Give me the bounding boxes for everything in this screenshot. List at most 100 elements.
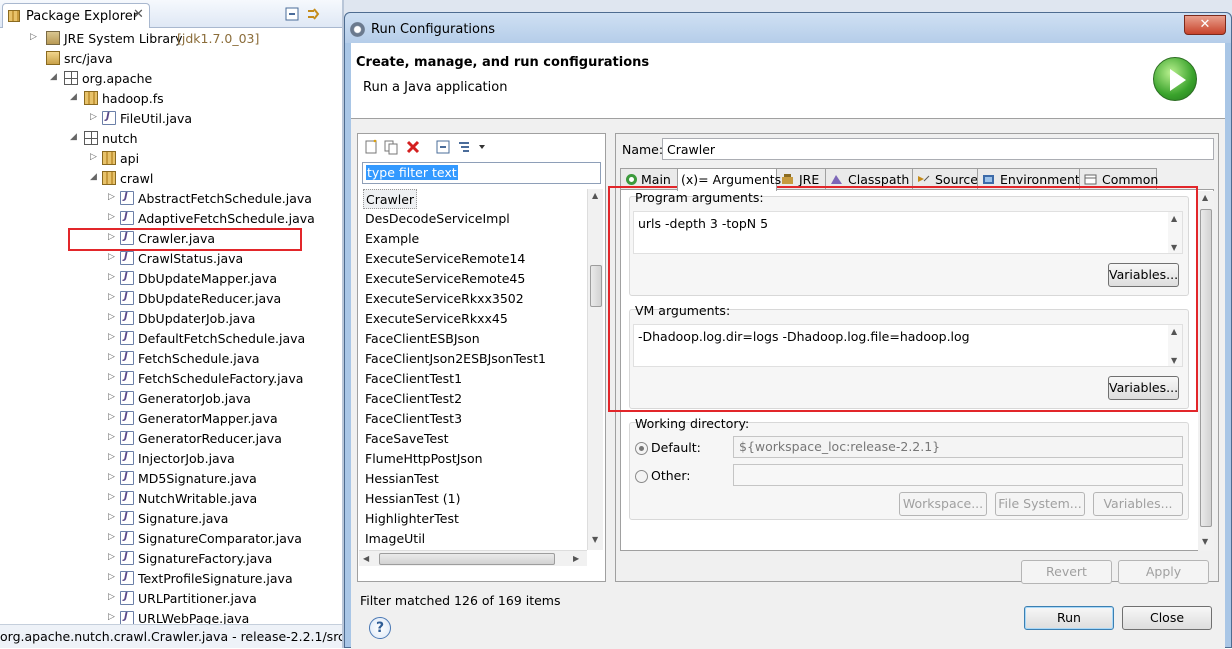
- tree-item[interactable]: ▷ GeneratorJob.java: [0, 388, 344, 408]
- help-icon[interactable]: ?: [369, 617, 391, 639]
- workspace-button[interactable]: Workspace...: [899, 492, 987, 516]
- tree-item[interactable]: ▷ GeneratorReducer.java: [0, 428, 344, 448]
- collapse-all-icon[interactable]: [435, 139, 451, 155]
- tree-item[interactable]: ▷ URLPartitioner.java: [0, 588, 344, 608]
- collapsed-twisty-icon[interactable]: ▷: [30, 32, 37, 42]
- tree-item[interactable]: ▷ InjectorJob.java: [0, 448, 344, 468]
- configuration-list-vertical-scrollbar[interactable]: ▲ ▼: [587, 189, 603, 550]
- configuration-item[interactable]: ExecuteServiceRemote45: [363, 269, 527, 289]
- configuration-item[interactable]: ExecuteServiceRkxx45: [363, 309, 510, 329]
- configuration-item[interactable]: FaceClientTest3: [363, 409, 464, 429]
- working-variables-button[interactable]: Variables...: [1093, 492, 1183, 516]
- apply-button[interactable]: Apply: [1118, 560, 1209, 584]
- collapsed-twisty-icon[interactable]: ▷: [108, 352, 115, 362]
- tree-item[interactable]: ▷ NutchWritable.java: [0, 488, 344, 508]
- default-radio[interactable]: [635, 442, 648, 455]
- collapsed-twisty-icon[interactable]: ▷: [108, 252, 115, 262]
- expanded-twisty-icon[interactable]: ◢: [70, 132, 77, 142]
- tree-item[interactable]: ▷ URLWebPage.java: [0, 608, 344, 624]
- file-system-button[interactable]: File System...: [995, 492, 1085, 516]
- tree-item[interactable]: ▷ DbUpdateMapper.java: [0, 268, 344, 288]
- configuration-item[interactable]: HighlighterTest: [363, 509, 461, 529]
- collapsed-twisty-icon[interactable]: ▷: [108, 272, 115, 282]
- tree-item[interactable]: ▷ AbstractFetchSchedule.java: [0, 188, 344, 208]
- collapsed-twisty-icon[interactable]: ▷: [108, 312, 115, 322]
- tree-item[interactable]: ▷ AdaptiveFetchSchedule.java: [0, 208, 344, 228]
- configuration-item[interactable]: ExecuteServiceRemote14: [363, 249, 527, 269]
- configuration-item[interactable]: FlumeHttpPostJson: [363, 449, 485, 469]
- run-button[interactable]: Run: [1024, 606, 1114, 630]
- collapsed-twisty-icon[interactable]: ▷: [108, 412, 115, 422]
- tree-item[interactable]: ◢ crawl: [0, 168, 344, 188]
- collapsed-twisty-icon[interactable]: ▷: [108, 292, 115, 302]
- configuration-item[interactable]: DesDecodeServiceImpl: [363, 209, 512, 229]
- collapsed-twisty-icon[interactable]: ▷: [108, 392, 115, 402]
- configuration-list-horizontal-scrollbar[interactable]: ◀ ▶: [359, 550, 587, 566]
- collapsed-twisty-icon[interactable]: ▷: [108, 332, 115, 342]
- scroll-thumb[interactable]: [590, 265, 602, 307]
- collapsed-twisty-icon[interactable]: ▷: [108, 372, 115, 382]
- tree-item[interactable]: ▷ JRE System Library [jdk1.7.0_03]: [0, 28, 344, 48]
- collapsed-twisty-icon[interactable]: ▷: [108, 192, 115, 202]
- close-button[interactable]: Close: [1122, 606, 1212, 630]
- configuration-item[interactable]: HessianTest (1): [363, 489, 462, 509]
- tree-item[interactable]: ▷ FetchScheduleFactory.java: [0, 368, 344, 388]
- duplicate-configuration-icon[interactable]: [383, 139, 399, 155]
- tree-item[interactable]: ▷ Signature.java: [0, 508, 344, 528]
- name-input[interactable]: [662, 138, 1214, 160]
- expanded-twisty-icon[interactable]: ◢: [50, 72, 57, 82]
- tree-item[interactable]: ◢ hadoop.fs: [0, 88, 344, 108]
- tree-item[interactable]: ◢src/java: [0, 48, 344, 68]
- other-radio[interactable]: [635, 470, 648, 483]
- tree-item[interactable]: ◢ org.apache: [0, 68, 344, 88]
- tree-item[interactable]: ▷ DefaultFetchSchedule.java: [0, 328, 344, 348]
- tree-item[interactable]: ▷ TextProfileSignature.java: [0, 568, 344, 588]
- delete-configuration-icon[interactable]: [405, 139, 421, 155]
- collapsed-twisty-icon[interactable]: ▷: [108, 552, 115, 562]
- filter-dropdown-icon[interactable]: [457, 139, 487, 155]
- scroll-up-arrow-icon[interactable]: ▲: [1202, 193, 1208, 202]
- tree-item[interactable]: ▷ FileUtil.java: [0, 108, 344, 128]
- collapsed-twisty-icon[interactable]: ▷: [108, 212, 115, 222]
- arguments-vertical-scrollbar[interactable]: ▲ ▼: [1198, 191, 1214, 551]
- link-with-editor-icon[interactable]: [306, 6, 322, 22]
- configuration-item[interactable]: HessianTest: [363, 469, 441, 489]
- configuration-item[interactable]: ImageUtil: [363, 529, 427, 549]
- collapsed-twisty-icon[interactable]: ▷: [108, 492, 115, 502]
- tree-item[interactable]: ◢ nutch: [0, 128, 344, 148]
- collapsed-twisty-icon[interactable]: ▷: [108, 512, 115, 522]
- dialog-title-bar[interactable]: Run Configurations ✕: [345, 13, 1231, 43]
- configuration-item[interactable]: FaceSaveTest: [363, 429, 451, 449]
- configuration-item[interactable]: FaceClientTest2: [363, 389, 464, 409]
- tree-item[interactable]: ▷ MD5Signature.java: [0, 468, 344, 488]
- scroll-up-arrow-icon[interactable]: ▲: [592, 191, 598, 200]
- tree-item[interactable]: ▷ api: [0, 148, 344, 168]
- revert-button[interactable]: Revert: [1021, 560, 1112, 584]
- collapsed-twisty-icon[interactable]: ▷: [108, 612, 115, 622]
- expanded-twisty-icon[interactable]: ◢: [90, 172, 97, 182]
- tab-arguments[interactable]: (x)= Arguments: [677, 168, 781, 191]
- tree-item[interactable]: ▷ DbUpdaterJob.java: [0, 308, 344, 328]
- configuration-item[interactable]: FaceClientJson2ESBJsonTest1: [363, 349, 548, 369]
- scroll-left-arrow-icon[interactable]: ◀: [363, 554, 369, 563]
- tree-item[interactable]: ▷ DbUpdateReducer.java: [0, 288, 344, 308]
- configuration-item[interactable]: Example: [363, 229, 421, 249]
- configuration-item[interactable]: FaceClientESBJson: [363, 329, 482, 349]
- collapsed-twisty-icon[interactable]: ▷: [90, 112, 97, 122]
- tree-item[interactable]: ▷ CrawlStatus.java: [0, 248, 344, 268]
- tree-item[interactable]: ▷ GeneratorMapper.java: [0, 408, 344, 428]
- collapsed-twisty-icon[interactable]: ▷: [108, 532, 115, 542]
- collapsed-twisty-icon[interactable]: ▷: [108, 472, 115, 482]
- collapsed-twisty-icon[interactable]: ▷: [90, 152, 97, 162]
- collapsed-twisty-icon[interactable]: ▷: [108, 432, 115, 442]
- collapsed-twisty-icon[interactable]: ▷: [108, 592, 115, 602]
- scroll-thumb[interactable]: [1200, 209, 1212, 527]
- tree-item[interactable]: ▷ FetchSchedule.java: [0, 348, 344, 368]
- collapsed-twisty-icon[interactable]: ▷: [108, 452, 115, 462]
- scroll-down-arrow-icon[interactable]: ▼: [592, 535, 598, 544]
- window-close-button[interactable]: ✕: [1184, 15, 1226, 35]
- collapse-all-icon[interactable]: [284, 6, 300, 22]
- new-configuration-icon[interactable]: [363, 139, 379, 155]
- collapsed-twisty-icon[interactable]: ▷: [108, 572, 115, 582]
- configuration-item-selected[interactable]: Crawler: [363, 189, 418, 209]
